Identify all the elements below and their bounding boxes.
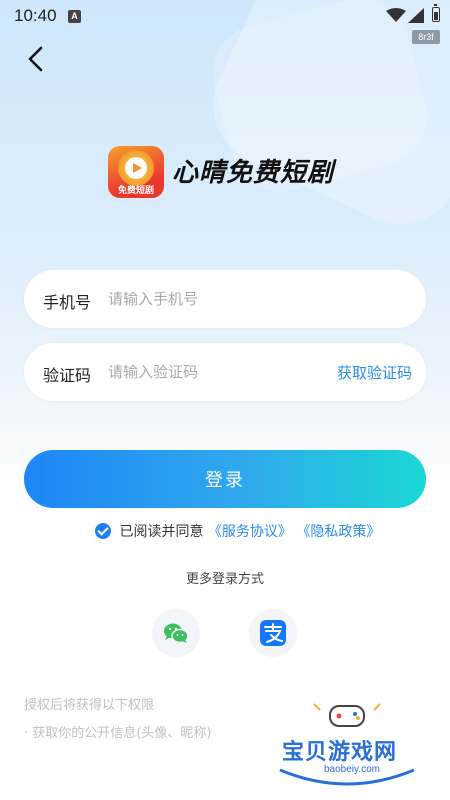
service-agreement-link[interactable]: 《服务协议》 [208, 524, 292, 540]
agreement-checkbox[interactable] [95, 523, 111, 539]
phone-label: 手机号 [43, 293, 92, 312]
get-code-button[interactable]: 获取验证码 [337, 362, 412, 383]
battery-icon [432, 4, 440, 22]
phone-input[interactable] [108, 284, 338, 314]
site-watermark: 宝贝游戏网 baobeiy.com [272, 700, 422, 790]
watermark-text: 宝贝游戏网 [282, 740, 398, 765]
notification-badge: A [68, 10, 81, 23]
wifi-icon [386, 8, 406, 22]
alipay-login-button[interactable] [249, 609, 297, 657]
agreement-text: 已阅读并同意 [119, 524, 204, 540]
logo-caption: 免费短剧 [117, 186, 154, 196]
back-button[interactable] [22, 44, 52, 74]
signal-icon [408, 8, 424, 23]
debug-tag: 8r3f [412, 30, 440, 44]
phone-field: 手机号 [24, 270, 426, 328]
more-login-label: 更多登录方式 [185, 572, 264, 587]
code-input[interactable] [108, 357, 338, 387]
status-bar: 10:40 A [0, 0, 450, 32]
permission-item: · 获取你的公开信息(头像、昵称) [24, 726, 212, 741]
privacy-policy-link[interactable]: 《隐私政策》 [296, 524, 380, 540]
alipay-icon [260, 620, 286, 646]
code-label: 验证码 [43, 366, 92, 385]
login-button[interactable]: 登录 [24, 450, 426, 508]
play-icon [125, 157, 147, 179]
permission-title: 授权后将获得以下权限 [24, 698, 155, 713]
wechat-login-button[interactable] [152, 609, 200, 657]
app-title: 心晴免费短剧 [172, 158, 335, 188]
chevron-left-icon [28, 46, 43, 72]
code-field: 验证码 获取验证码 [24, 343, 426, 401]
agreement-row: 已阅读并同意 《服务协议》 《隐私政策》 [95, 521, 380, 540]
app-logo: 免费短剧 [108, 146, 164, 198]
watermark-url: baobeiy.com [324, 764, 380, 775]
status-time: 10:40 [14, 6, 57, 25]
wechat-icon [164, 623, 189, 644]
